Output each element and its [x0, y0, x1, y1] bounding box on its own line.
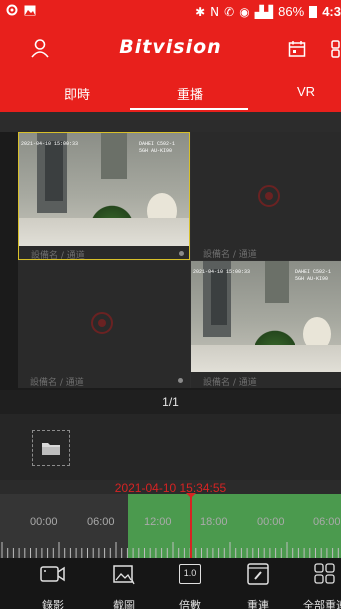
mode-tabs: 即時 重播 VR	[0, 76, 341, 112]
camera-grid: 2021-04-10 15:00:33 DAHEI C502-1 5GH AU-…	[18, 132, 341, 388]
playback-timeline[interactable]: 2021-04-10 15:34:55 00:00 06:00 12:00 18…	[0, 480, 341, 558]
open-folder-button[interactable]	[32, 430, 70, 466]
tick-label: 00:00	[257, 516, 285, 528]
speed-button[interactable]: 1.0 倍數	[165, 562, 215, 609]
tab-playback[interactable]: 重播	[177, 84, 203, 103]
camera-osd-time: 2021-04-10 15:00:33	[193, 269, 251, 275]
folder-icon	[42, 443, 60, 455]
wifi-icon: ◉	[239, 4, 250, 19]
app-notification-icon	[6, 4, 18, 16]
camera-feed: 2021-04-10 15:00:33 DAHEI C502-1 5GH AU-…	[191, 261, 341, 372]
camera-osd-sub: 5GH AU-KI90	[139, 148, 173, 154]
call-icon: ✆	[224, 4, 235, 19]
status-dot	[178, 378, 183, 383]
tick-label: 12:00	[144, 516, 172, 528]
camera-osd-name: DAHEI C502-1	[139, 141, 176, 147]
page-indicator: 1/1	[0, 390, 341, 414]
camera-label: 設備名 / 通道	[203, 378, 257, 388]
camera-label: 設備名 / 通道	[31, 251, 85, 261]
snapshot-button[interactable]: 截圖	[99, 562, 149, 609]
snapshot-label: 截圖	[113, 599, 135, 609]
signal-icon: ▟▟	[254, 4, 274, 19]
image-icon	[113, 565, 135, 585]
playhead-line[interactable]	[190, 494, 192, 558]
timeline-track[interactable]: 00:00 06:00 12:00 18:00 00:00 06:00	[0, 494, 341, 558]
battery-percent: 86%	[278, 4, 305, 19]
tick-label: 06:00	[313, 516, 341, 528]
bluetooth-icon: ✱	[195, 4, 206, 19]
camera-label: 設備名 / 通道	[30, 378, 84, 388]
separator	[0, 112, 341, 132]
tab-live[interactable]: 即時	[64, 84, 90, 103]
camera-placeholder-icon	[257, 184, 281, 212]
image-notification-icon	[24, 5, 36, 15]
multi-link-icon	[314, 563, 335, 584]
calendar-icon[interactable]	[288, 40, 306, 62]
recordings-panel	[0, 414, 341, 480]
camera-osd-time: 2021-04-10 15:00:33	[21, 141, 79, 147]
camera-cell[interactable]: 設備名 / 通道	[191, 132, 341, 260]
speed-label: 倍數	[179, 599, 201, 609]
camera-placeholder-icon	[90, 311, 114, 339]
camera-cell[interactable]: 2021-04-10 15:00:33 DAHEI C502-1 5GH AU-…	[191, 261, 341, 388]
camera-osd-name: DAHEI C502-1	[295, 269, 332, 275]
speed-icon: 1.0	[179, 564, 201, 584]
clock: 4:3	[322, 4, 341, 19]
camera-osd-sub: 5GH AU-KI90	[295, 276, 329, 282]
tick-label: 00:00	[30, 516, 58, 528]
camera-label: 設備名 / 通道	[203, 250, 257, 260]
record-label: 錄影	[42, 599, 64, 609]
reconnect-button[interactable]: 重連	[233, 562, 283, 609]
reconnect-label: 重連	[247, 599, 269, 609]
reconnect-all-label: 全部重連	[303, 599, 341, 609]
status-bar: ✱ N ✆ ◉ ▟▟ 86% 4:3	[0, 0, 341, 24]
tick-label: 18:00	[200, 516, 228, 528]
reconnect-all-button[interactable]: 全部重連	[300, 562, 341, 609]
bottom-toolbar: 錄影 截圖 1.0 倍數 重連 全部重連	[0, 558, 341, 609]
camera-feed: 2021-04-10 15:00:33 DAHEI C502-1 5GH AU-…	[19, 133, 189, 246]
current-time: 2021-04-10 15:34:55	[114, 481, 227, 495]
status-dot	[179, 251, 184, 256]
camera-cell[interactable]: 2021-04-10 15:00:33 DAHEI C502-1 5GH AU-…	[18, 132, 190, 261]
video-camera-icon	[40, 566, 65, 582]
layout-grid-icon[interactable]	[331, 40, 341, 62]
timeline-ticks	[1, 542, 339, 558]
tick-label: 06:00	[87, 516, 115, 528]
camera-cell[interactable]: 設備名 / 通道	[18, 261, 190, 388]
battery-icon	[309, 5, 318, 18]
nfc-icon: N	[210, 4, 220, 19]
record-button[interactable]: 錄影	[28, 562, 78, 609]
app-header: Bitvision	[0, 24, 341, 76]
active-tab-indicator	[130, 108, 248, 110]
tab-vr[interactable]: VR	[297, 84, 315, 99]
link-icon	[247, 563, 269, 585]
